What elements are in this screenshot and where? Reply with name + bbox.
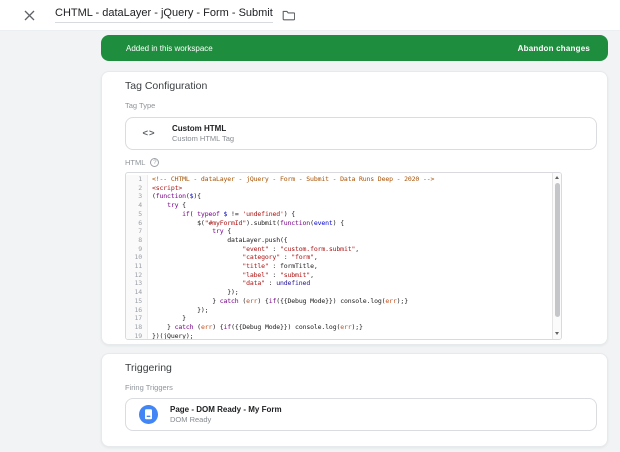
top-bar: CHTML - dataLayer - jQuery - Form - Subm… [0,0,620,31]
tag-name-title[interactable]: CHTML - dataLayer - jQuery - Form - Subm… [55,7,273,23]
folder-icon [282,10,295,21]
scrollbar-thumb[interactable] [555,183,561,317]
code-lines: 1<!-- CHTML - dataLayer - jQuery - Form … [126,175,552,340]
scroll-down-icon[interactable] [553,330,561,338]
page: { "header": { "title": "CHTML - dataLaye… [0,0,620,452]
tag-configuration-title: Tag Configuration [125,80,207,92]
help-icon[interactable]: ? [150,158,159,167]
triggering-title: Triggering [125,362,172,374]
tag-configuration-card: Tag Configuration Tag Type <> Custom HTM… [101,71,608,345]
close-button[interactable] [14,0,44,30]
firing-triggers-label: Firing Triggers [125,383,173,392]
scroll-up-icon[interactable] [553,174,561,182]
html-code-editor[interactable]: 1<!-- CHTML - dataLayer - jQuery - Form … [125,172,562,340]
workspace-banner-message: Added in this workspace [126,44,213,53]
folder-button[interactable] [282,10,295,21]
tag-type-label: Tag Type [125,101,155,110]
trigger-name: Page - DOM Ready - My Form [170,405,282,415]
editor-scrollbar[interactable] [552,173,561,339]
html-field-label: HTML [125,158,145,167]
trigger-type: DOM Ready [170,415,282,424]
tag-type-name: Custom HTML [172,124,234,134]
workspace-banner: Added in this workspace Abandon changes [101,35,608,61]
trigger-row[interactable]: Page - DOM Ready - My Form DOM Ready [125,398,597,431]
abandon-changes-button[interactable]: Abandon changes [512,40,596,57]
custom-html-code-icon: <> [126,128,172,139]
triggering-card: Triggering Firing Triggers Page - DOM Re… [101,353,608,447]
dom-ready-trigger-icon [126,405,170,424]
close-icon [24,10,35,21]
tag-type-card[interactable]: <> Custom HTML Custom HTML Tag [125,117,597,150]
tag-type-description: Custom HTML Tag [172,134,234,143]
